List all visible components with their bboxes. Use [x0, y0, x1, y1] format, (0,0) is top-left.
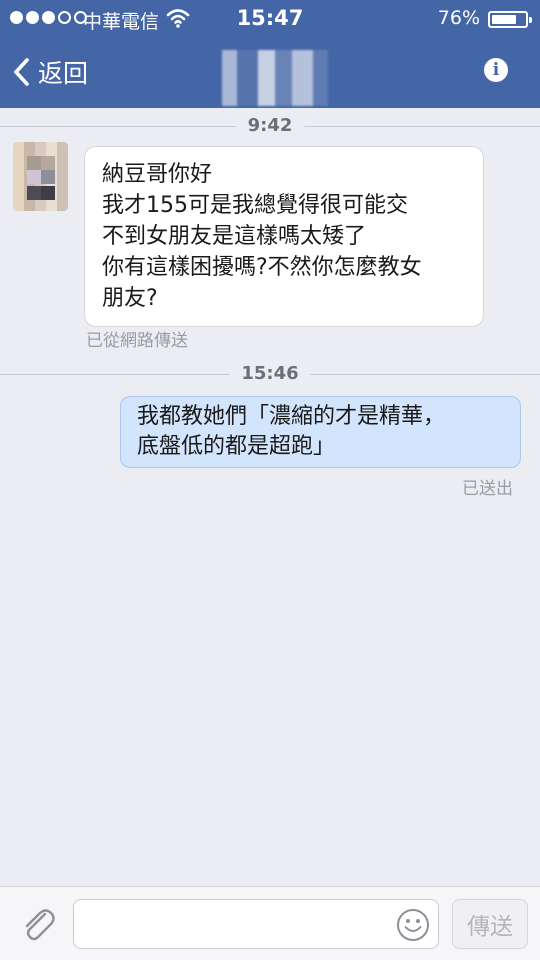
avatar-pixel [27, 170, 41, 184]
avatar[interactable] [13, 142, 68, 211]
back-button[interactable]: 返回 [12, 54, 88, 90]
avatar-pixel [41, 156, 55, 170]
chevron-left-icon [14, 58, 29, 86]
send-button[interactable]: 傳送 [452, 899, 528, 949]
smiley-icon[interactable] [396, 908, 430, 942]
message-line: 你有這樣困擾嗎?不然你怎麼教女 [102, 255, 422, 280]
message-line: 我才155可是我總覺得很可能交 [102, 193, 408, 218]
info-icon[interactable]: i [484, 58, 508, 82]
avatar-pixel [27, 186, 41, 200]
battery-percent: 76% [437, 7, 480, 29]
nav-bar: 返回 i [0, 36, 540, 108]
timestamp: 9:42 [235, 111, 305, 141]
messenger-app: 中華電信 15:47 76% 返回 i 9:42 15:46 納豆哥你好 我才1… [0, 0, 540, 960]
battery-icon [488, 11, 532, 28]
back-label: 返回 [38, 59, 89, 88]
message-input-bar: 傳送 [0, 886, 540, 960]
paperclip-icon[interactable] [18, 905, 58, 945]
message-line: 朋友? [102, 286, 158, 311]
timestamp: 15:46 [229, 359, 311, 389]
outgoing-message-status: 已送出 [462, 479, 513, 499]
outgoing-message-bubble[interactable]: 我都教她們「濃縮的才是精華， 底盤低的都是超跑」 [120, 396, 521, 468]
battery-fill [492, 15, 517, 24]
incoming-message-status: 已從網路傳送 [86, 331, 188, 351]
contact-name-blurred [222, 50, 328, 106]
message-input[interactable] [73, 899, 439, 949]
incoming-message-bubble[interactable]: 納豆哥你好 我才155可是我總覺得很可能交 不到女朋友是這樣嗎太矮了 你有這樣困… [84, 146, 484, 327]
message-line: 不到女朋友是這樣嗎太矮了 [102, 224, 367, 249]
avatar-pixel [27, 156, 41, 170]
message-line: 納豆哥你好 [102, 162, 213, 187]
message-line: 底盤低的都是超跑」 [137, 434, 336, 459]
avatar-pixel [41, 186, 55, 200]
avatar-pixel [41, 170, 55, 184]
status-bar: 中華電信 15:47 76% [0, 0, 540, 36]
header: 中華電信 15:47 76% 返回 i [0, 0, 540, 108]
timestamp-divider: 15:46 [0, 359, 540, 389]
message-line: 我都教她們「濃縮的才是精華， [137, 404, 446, 429]
timestamp-divider: 9:42 [0, 111, 540, 141]
